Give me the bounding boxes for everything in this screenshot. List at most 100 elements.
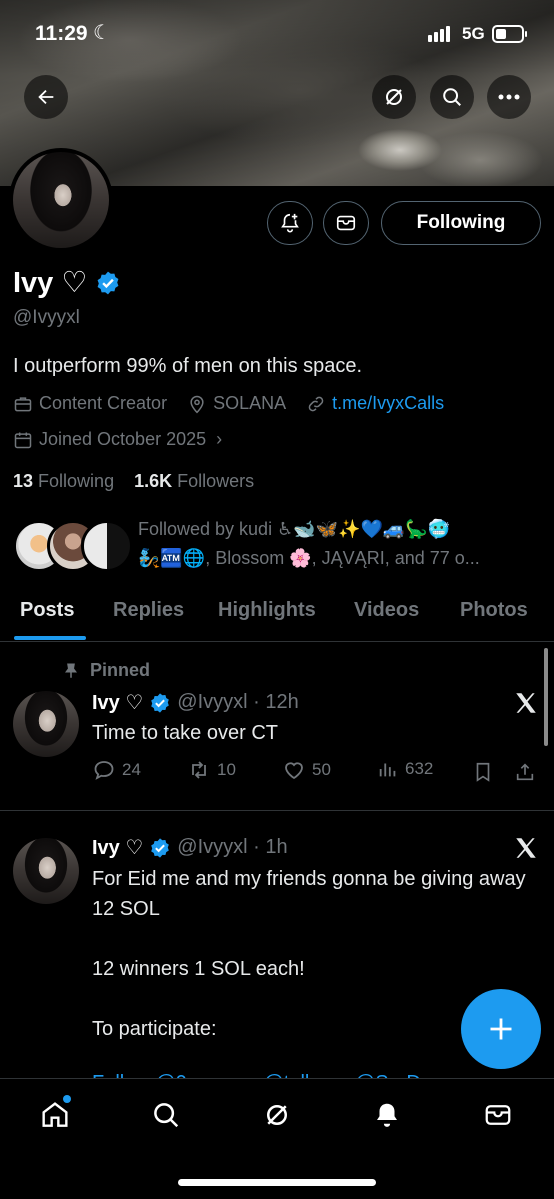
profile-joined-row[interactable]: Joined October 2025 › [13,429,222,450]
nav-home[interactable] [37,1095,73,1133]
profile-name: Ivy ♡ [13,265,121,300]
notification-dot [63,1095,71,1103]
like-count: 50 [312,760,331,779]
bell-plus-icon [281,213,299,233]
home-icon [42,1102,68,1127]
post-divider [0,810,554,811]
tab-videos[interactable]: Videos [354,599,419,622]
bell-icon [377,1103,397,1127]
tab-active-indicator [14,636,86,640]
followed-by-text[interactable]: Followed by kudi ♿🐋🦋✨💙🚙🦕🥶 🧞🏧🌐, Blossom 🌸… [138,515,538,573]
profile-avatar[interactable] [9,148,113,252]
compose-button[interactable] [461,989,541,1069]
grok-icon [267,1105,287,1125]
chevron-right-icon: › [216,429,223,449]
tab-photos[interactable]: Photos [460,599,528,622]
reply-icon [94,761,114,780]
status-bar: 11:29 ☾ 5G [0,0,554,70]
bookmark-icon[interactable] [472,760,494,784]
calendar-icon [14,432,32,448]
link-icon [308,396,324,411]
back-button[interactable] [24,75,68,119]
repost-count: 10 [217,760,236,779]
profile-bio: I outperform 99% of men on this space. [13,355,363,377]
post-author: Ivy ♡ @Ivyyxl · 1h [92,835,288,860]
pin-icon [65,663,77,678]
nav-search[interactable] [148,1097,184,1133]
message-button[interactable] [323,201,369,245]
x-logo-icon [516,838,536,858]
repost-button[interactable]: 10 [187,758,236,782]
location-icon [190,395,204,413]
post-actions: 24 10 50 632 [92,758,542,786]
more-icon [498,94,520,100]
followers-stat[interactable]: 1.6K Followers [134,471,254,491]
verified-badge-icon [151,692,170,713]
profile-category: Content Creator [39,393,168,413]
followed-by-avatars[interactable] [13,520,133,572]
tab-replies[interactable]: Replies [113,599,184,622]
envelope-icon [336,215,356,231]
repost-icon [192,761,206,779]
notify-button[interactable] [267,201,313,245]
battery-icon [492,25,527,43]
post-handle-time: @Ivyyxl · 12h [177,691,299,713]
profile-name-text: Ivy ♡ [13,267,88,299]
views-button[interactable]: 632 [377,758,433,780]
profile-location: SOLANA [213,393,287,413]
status-time: 11:29 [35,22,88,45]
envelope-icon [485,1105,511,1125]
post-author-name[interactable]: Ivy ♡ [92,690,143,715]
grok-button[interactable] [372,75,416,119]
plus-icon [490,1018,512,1040]
briefcase-icon [14,396,32,411]
more-button[interactable] [487,75,531,119]
post-author-name[interactable]: Ivy ♡ [92,835,143,860]
views-count: 632 [405,759,434,778]
profile-tabs: Posts Replies Highlights Videos Photos [0,590,554,642]
nav-grok[interactable] [259,1097,295,1133]
x-logo-icon [516,693,536,713]
heart-icon [285,762,303,780]
verified-badge-icon[interactable] [95,270,121,296]
followed-by-line: Followed by kudi ♿🐋🦋✨💙🚙🦕🥶 [138,519,451,539]
moon-icon: ☾ [93,22,111,44]
share-icon[interactable] [514,760,536,784]
profile-stats: 13 Following 1.6K Followers [13,471,254,492]
network-type: 5G [462,24,485,43]
post-handle-time: @Ivyyxl · 1h [177,836,288,858]
post-author: Ivy ♡ @Ivyyxl · 12h [92,690,299,715]
followed-by-line: 🧞🏧🌐, Blossom 🌸, JĄVĄRI, and 77 o... [138,548,480,568]
signal-icon [428,26,450,42]
verified-badge-icon [151,837,170,858]
profile-joined: Joined October 2025 [39,429,207,449]
pinned-label: Pinned [90,660,151,680]
following-stat[interactable]: 13 Following [13,471,114,491]
profile-meta-row: Content Creator SOLANA t.me/IvyxCalls [13,393,444,414]
tab-posts[interactable]: Posts [20,599,74,622]
post-cutoff-line: Follow @0xneruzo @tallyyyy @SerDooms [92,1068,532,1078]
scrollbar[interactable] [544,648,548,746]
nav-messages[interactable] [480,1097,516,1133]
nav-notifications[interactable] [369,1097,405,1133]
profile-handle: @Ivyyxl [13,307,80,328]
profile-link[interactable]: t.me/IvyxCalls [332,393,444,414]
grok-icon [386,89,402,105]
post-mentions[interactable]: Follow @0xneruzo @tallyyyy @SerDooms [92,1068,532,1078]
arrow-left-icon [38,89,54,105]
views-icon [379,763,396,777]
home-indicator[interactable] [178,1179,376,1186]
post-text: Time to take over CT [92,722,278,744]
search-button[interactable] [430,75,474,119]
reply-button[interactable]: 24 [92,758,141,782]
follower-avatar[interactable] [81,520,133,572]
following-button[interactable]: Following [381,201,541,245]
tab-highlights[interactable]: Highlights [218,599,316,622]
search-icon [154,1103,179,1128]
post-avatar[interactable] [13,691,79,757]
search-icon [443,88,461,106]
pinned-indicator: Pinned [62,660,150,681]
post-avatar[interactable] [13,838,79,904]
reply-count: 24 [122,760,141,779]
like-button[interactable]: 50 [282,758,331,782]
